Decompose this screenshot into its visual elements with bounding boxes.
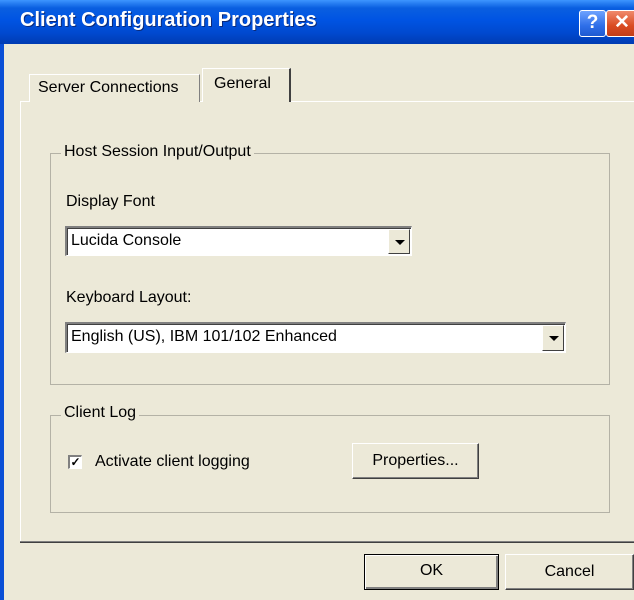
host-session-group-label: Host Session Input/Output bbox=[61, 143, 254, 161]
keyboard-layout-label: Keyboard Layout: bbox=[66, 289, 192, 306]
window-title: Client Configuration Properties bbox=[20, 9, 317, 31]
ok-button[interactable]: OK bbox=[364, 554, 499, 590]
title-bar[interactable]: Client Configuration Properties ? ✕ bbox=[0, 0, 634, 44]
panel-bottom-shadow bbox=[20, 542, 634, 543]
close-button[interactable]: ✕ bbox=[606, 10, 634, 37]
help-button[interactable]: ? bbox=[579, 10, 606, 37]
keyboard-layout-value: English (US), IBM 101/102 Enhanced bbox=[71, 328, 337, 345]
client-log-group-label: Client Log bbox=[61, 404, 140, 422]
activate-logging-checkbox[interactable]: ✓ bbox=[68, 455, 82, 469]
window-border bbox=[0, 44, 4, 600]
activate-logging-label[interactable]: Activate client logging bbox=[95, 453, 250, 471]
keyboard-layout-dropdown[interactable]: English (US), IBM 101/102 Enhanced bbox=[65, 322, 566, 353]
tab-server-connections[interactable]: Server Connections bbox=[29, 74, 200, 102]
chevron-down-icon[interactable] bbox=[542, 325, 564, 351]
cancel-button[interactable]: Cancel bbox=[505, 554, 634, 590]
display-font-value: Lucida Console bbox=[71, 232, 182, 249]
chevron-down-icon[interactable] bbox=[388, 229, 410, 254]
tab-general[interactable]: General bbox=[202, 68, 291, 102]
properties-button[interactable]: Properties... bbox=[352, 443, 479, 479]
tab-general-joiner bbox=[203, 101, 288, 103]
display-font-dropdown[interactable]: Lucida Console bbox=[65, 226, 412, 256]
display-font-label: Display Font bbox=[66, 193, 155, 210]
